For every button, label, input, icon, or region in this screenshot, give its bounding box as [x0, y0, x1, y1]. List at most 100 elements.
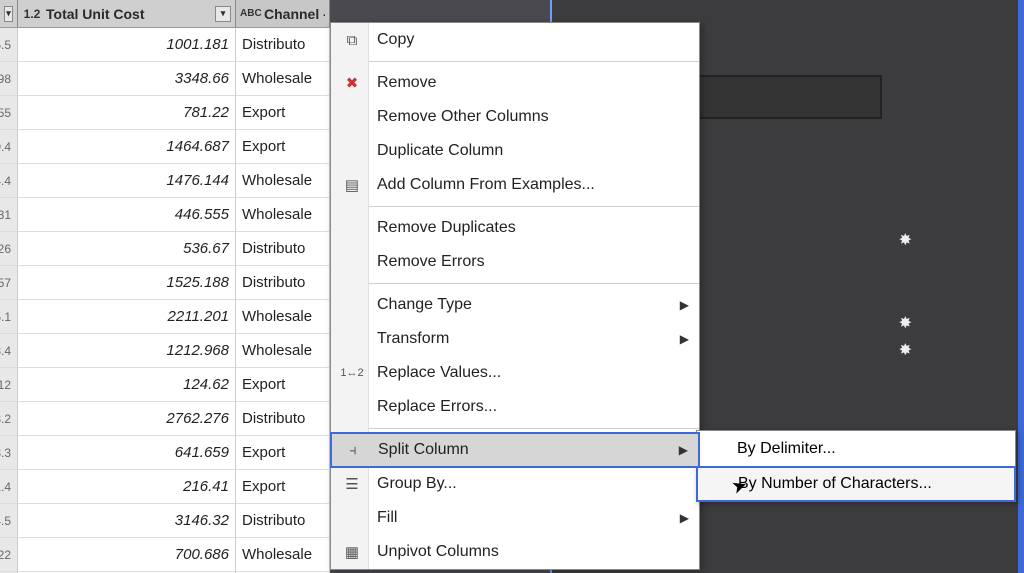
cell-channel-copy[interactable]: Wholesale [236, 538, 330, 572]
submenu-by-delimiter[interactable]: By Delimiter... [697, 431, 1015, 467]
cell-leading: 755 [0, 96, 18, 130]
cell-total-unit-cost[interactable]: 1476.144 [18, 164, 236, 198]
menu-label: Replace Values... [377, 364, 501, 382]
menu-unpivot-columns[interactable]: ▦Unpivot Columns [331, 535, 699, 569]
remove-icon: ✖ [339, 74, 365, 92]
cell-channel-copy[interactable]: Export [236, 436, 330, 470]
split-column-submenu: By Delimiter... By Number of Characters.… [696, 430, 1016, 502]
cell-channel-copy[interactable]: Distributo [236, 28, 330, 62]
menu-label: By Delimiter... [737, 440, 836, 458]
menu-replace-errors[interactable]: Replace Errors... [331, 390, 699, 424]
table-row[interactable]: 3.3641.659Export [0, 436, 330, 470]
table-row[interactable]: 1571525.188Distributo [0, 266, 330, 300]
cell-total-unit-cost[interactable]: 536.67 [18, 232, 236, 266]
menu-fill[interactable]: Fill ▶ [331, 501, 699, 535]
cell-total-unit-cost[interactable]: 1525.188 [18, 266, 236, 300]
menu-add-column-from-examples[interactable]: ▤Add Column From Examples... [331, 168, 699, 202]
cell-channel-copy[interactable]: Distributo [236, 402, 330, 436]
cell-total-unit-cost[interactable]: 1001.181 [18, 28, 236, 62]
table-row[interactable]: 5983348.66Wholesale [0, 62, 330, 96]
cell-channel-copy[interactable]: Wholesale [236, 62, 330, 96]
table-row[interactable]: 4.41476.144Wholesale [0, 164, 330, 198]
menu-label: Fill [377, 509, 397, 527]
column-header-channel-copy[interactable]: ABC Channel - Copy [236, 0, 330, 27]
cell-total-unit-cost[interactable]: 1212.968 [18, 334, 236, 368]
menu-label: Remove Duplicates [377, 219, 516, 237]
menu-group-by[interactable]: ☰Group By... [331, 467, 699, 501]
cell-total-unit-cost[interactable]: 2762.276 [18, 402, 236, 436]
gear-icon[interactable]: ✸ [899, 230, 912, 250]
column-header-index[interactable]: ▾ [0, 0, 18, 27]
gear-icon[interactable]: ✸ [899, 340, 912, 360]
table-row[interactable]: 231446.555Wholesale [0, 198, 330, 232]
cell-total-unit-cost[interactable]: 3146.32 [18, 504, 236, 538]
cell-leading: 231 [0, 198, 18, 232]
chevron-down-icon[interactable]: ▾ [4, 6, 13, 22]
table-row[interactable]: 412124.62Export [0, 368, 330, 402]
cell-total-unit-cost[interactable]: 1464.687 [18, 130, 236, 164]
group-by-icon: ☰ [339, 475, 365, 493]
table-row[interactable]: 755781.22Export [0, 96, 330, 130]
menu-copy[interactable]: ⧉Copy [331, 23, 699, 57]
cell-leading: 122 [0, 538, 18, 572]
cell-total-unit-cost[interactable]: 2211.201 [18, 300, 236, 334]
menu-label: Copy [377, 31, 414, 49]
menu-remove-other-columns[interactable]: Remove Other Columns [331, 100, 699, 134]
cell-total-unit-cost[interactable]: 3348.66 [18, 62, 236, 96]
menu-transform[interactable]: Transform▶ [331, 322, 699, 356]
cell-channel-copy[interactable]: Export [236, 96, 330, 130]
cell-channel-copy[interactable]: Export [236, 130, 330, 164]
column-header-total-unit-cost[interactable]: 1.2 Total Unit Cost ▾ [18, 0, 236, 27]
replace-icon: 1↔2 [339, 367, 365, 379]
cell-leading: 4.5 [0, 504, 18, 538]
cell-total-unit-cost[interactable]: 781.22 [18, 96, 236, 130]
menu-change-type[interactable]: Change Type ▶ [331, 288, 699, 322]
split-column-icon: ⫞ [340, 442, 366, 459]
table-row[interactable]: 9.41464.687Export [0, 130, 330, 164]
table-row[interactable]: 1.4216.41Export [0, 470, 330, 504]
cell-channel-copy[interactable]: Export [236, 368, 330, 402]
cell-total-unit-cost[interactable]: 641.659 [18, 436, 236, 470]
menu-label: Change Type [377, 296, 472, 314]
table-row[interactable]: 5.12211.201Wholesale [0, 300, 330, 334]
table-row[interactable]: 5.51001.181Distributo [0, 28, 330, 62]
column-context-menu: ⧉Copy ✖Remove Remove Other Columns Dupli… [330, 22, 700, 570]
cell-channel-copy[interactable]: Distributo [236, 504, 330, 538]
menu-duplicate-column[interactable]: Duplicate Column [331, 134, 699, 168]
cell-total-unit-cost[interactable]: 216.41 [18, 470, 236, 504]
table-row[interactable]: 8.41212.968Wholesale [0, 334, 330, 368]
table-row[interactable]: 926536.67Distributo [0, 232, 330, 266]
submenu-by-number-of-characters[interactable]: By Number of Characters... [696, 466, 1016, 502]
cell-channel-copy[interactable]: Wholesale [236, 300, 330, 334]
column-label: Total Unit Cost [42, 6, 215, 22]
table-row[interactable]: 122700.686Wholesale [0, 538, 330, 572]
menu-remove[interactable]: ✖Remove [331, 66, 699, 100]
table-row[interactable]: 4.53146.32Distributo [0, 504, 330, 538]
gear-icon[interactable]: ✸ [899, 313, 912, 333]
submenu-arrow-icon: ▶ [680, 511, 689, 525]
app-stage: ✸ nns✸ Position✸ nns ▾ 1.2 Total Unit Co… [0, 0, 1024, 573]
cell-total-unit-cost[interactable]: 124.62 [18, 368, 236, 402]
cell-channel-copy[interactable]: Export [236, 470, 330, 504]
cell-total-unit-cost[interactable]: 700.686 [18, 538, 236, 572]
menu-label: Remove Other Columns [377, 108, 549, 126]
menu-label: Duplicate Column [377, 142, 503, 160]
cell-channel-copy[interactable]: Wholesale [236, 334, 330, 368]
cell-leading: 9.4 [0, 130, 18, 164]
cell-total-unit-cost[interactable]: 446.555 [18, 198, 236, 232]
chevron-down-icon[interactable]: ▾ [215, 6, 231, 22]
cell-leading: 157 [0, 266, 18, 300]
menu-remove-duplicates[interactable]: Remove Duplicates [331, 211, 699, 245]
menu-split-column[interactable]: ⫞Split Column▶ [330, 432, 700, 468]
cell-channel-copy[interactable]: Distributo [236, 232, 330, 266]
cell-channel-copy[interactable]: Distributo [236, 266, 330, 300]
cell-channel-copy[interactable]: Wholesale [236, 198, 330, 232]
menu-remove-errors[interactable]: Remove Errors [331, 245, 699, 279]
menu-replace-values[interactable]: 1↔2 Replace Values... [331, 356, 699, 390]
table-row[interactable]: 3.22762.276Distributo [0, 402, 330, 436]
menu-separator [369, 206, 699, 207]
submenu-arrow-icon: ▶ [680, 298, 689, 312]
cell-leading: 926 [0, 232, 18, 266]
menu-label: Replace Errors... [377, 398, 497, 416]
cell-channel-copy[interactable]: Wholesale [236, 164, 330, 198]
